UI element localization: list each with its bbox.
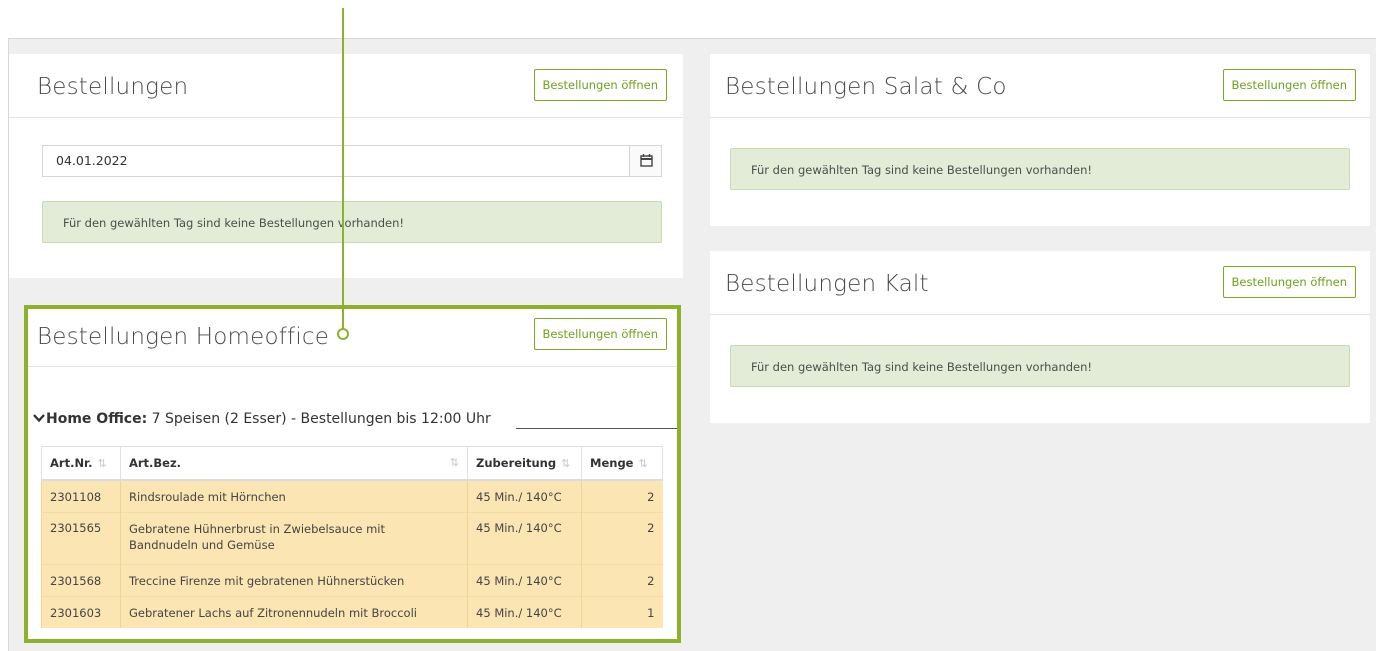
cell-artnr: 2301565 [41,511,121,564]
cell-artnr: 2301568 [41,563,121,596]
panel-kalt: Bestellungen Kalt Bestellungen öffnen Fü… [710,251,1370,423]
panel-header: Bestellungen Salat & Co Bestellungen öff… [710,54,1370,118]
group-divider [516,428,678,429]
open-orders-button[interactable]: Bestellungen öffnen [1222,69,1356,101]
column-header-artbez[interactable]: Art.Bez. ⇅ [119,446,469,481]
cell-artnr: 2301108 [41,479,121,512]
no-orders-alert: Für den gewählten Tag sind keine Bestell… [730,148,1350,190]
column-header-menge[interactable]: Menge ⇅ [581,446,663,481]
panel-salat: Bestellungen Salat & Co Bestellungen öff… [710,54,1370,226]
no-orders-alert: Für den gewählten Tag sind keine Bestell… [730,345,1350,387]
cell-menge: 2 [581,511,663,564]
sort-icon: ⇅ [561,457,571,470]
calendar-button[interactable] [629,145,662,177]
panel-title: Bestellungen Salat & Co [725,74,1007,100]
panel-header: Bestellungen Bestellungen öffnen [9,54,683,118]
cell-zubereitung: 45 Min./ 140°C [467,595,582,628]
table-row[interactable]: 2301603 Gebratener Lachs auf Zitronennud… [41,595,663,628]
orders-table: Art.Nr. ⇅ Art.Bez. ⇅ Zubereitung ⇅ Menge ⇅ 2… [41,446,663,628]
cell-artbez: Gebratener Lachs auf Zitronennudeln mit … [119,595,468,628]
table-header-row: Art.Nr. ⇅ Art.Bez. ⇅ Zubereitung ⇅ Menge ⇅ [41,446,663,481]
cell-zubereitung: 45 Min./ 140°C [467,563,582,596]
table-row[interactable]: 2301568 Treccine Firenze mit gebratenen … [41,563,663,596]
panel-title: Bestellungen Kalt [725,271,929,297]
table-row[interactable]: 2301565 Gebratene Hühnerbrust in Zwiebel… [41,511,663,564]
sort-icon: ⇅ [449,456,460,469]
sort-icon: ⇅ [638,457,648,470]
open-orders-button[interactable]: Bestellungen öffnen [533,69,667,101]
group-header-home-office[interactable]: Home Office: 7 Speisen (2 Esser) - Beste… [32,411,491,427]
cell-menge: 1 [581,595,663,628]
sort-icon: ⇅ [97,457,107,470]
group-label: Home Office: [46,411,148,427]
callout-line [342,8,344,333]
open-orders-button[interactable]: Bestellungen öffnen [533,318,667,350]
cell-artbez: Gebratene Hühnerbrust in Zwiebelsauce mi… [119,511,468,564]
no-orders-alert: Für den gewählten Tag sind keine Bestell… [42,201,662,243]
cell-artbez: Rindsroulade mit Hörnchen [119,479,468,512]
column-header-artnr[interactable]: Art.Nr. ⇅ [41,446,121,481]
cell-menge: 2 [581,479,663,512]
date-input[interactable]: 04.01.2022 [42,145,630,177]
cell-artbez: Treccine Firenze mit gebratenen Hühnerst… [119,563,468,596]
table-row[interactable]: 2301108 Rindsroulade mit Hörnchen 45 Min… [41,479,663,512]
panel-header: Bestellungen Kalt Bestellungen öffnen [710,251,1370,315]
column-header-zubereitung[interactable]: Zubereitung ⇅ [467,446,583,481]
open-orders-button[interactable]: Bestellungen öffnen [1222,266,1356,298]
callout-marker [337,328,349,340]
cell-artnr: 2301603 [41,595,121,628]
cell-zubereitung: 45 Min./ 140°C [467,479,582,512]
chevron-down-icon [33,414,45,423]
panel-title: Bestellungen [37,74,189,100]
panel-header: Bestellungen Homeoffice Bestellungen öff… [28,309,677,367]
panel-bestellungen: Bestellungen Bestellungen öffnen 04.01.2… [9,54,683,278]
cell-menge: 2 [581,563,663,596]
calendar-icon [640,154,653,167]
cell-zubereitung: 45 Min./ 140°C [467,511,582,564]
panel-title: Bestellungen Homeoffice [37,324,330,350]
group-summary: 7 Speisen (2 Esser) - Bestellungen bis 1… [147,411,491,427]
